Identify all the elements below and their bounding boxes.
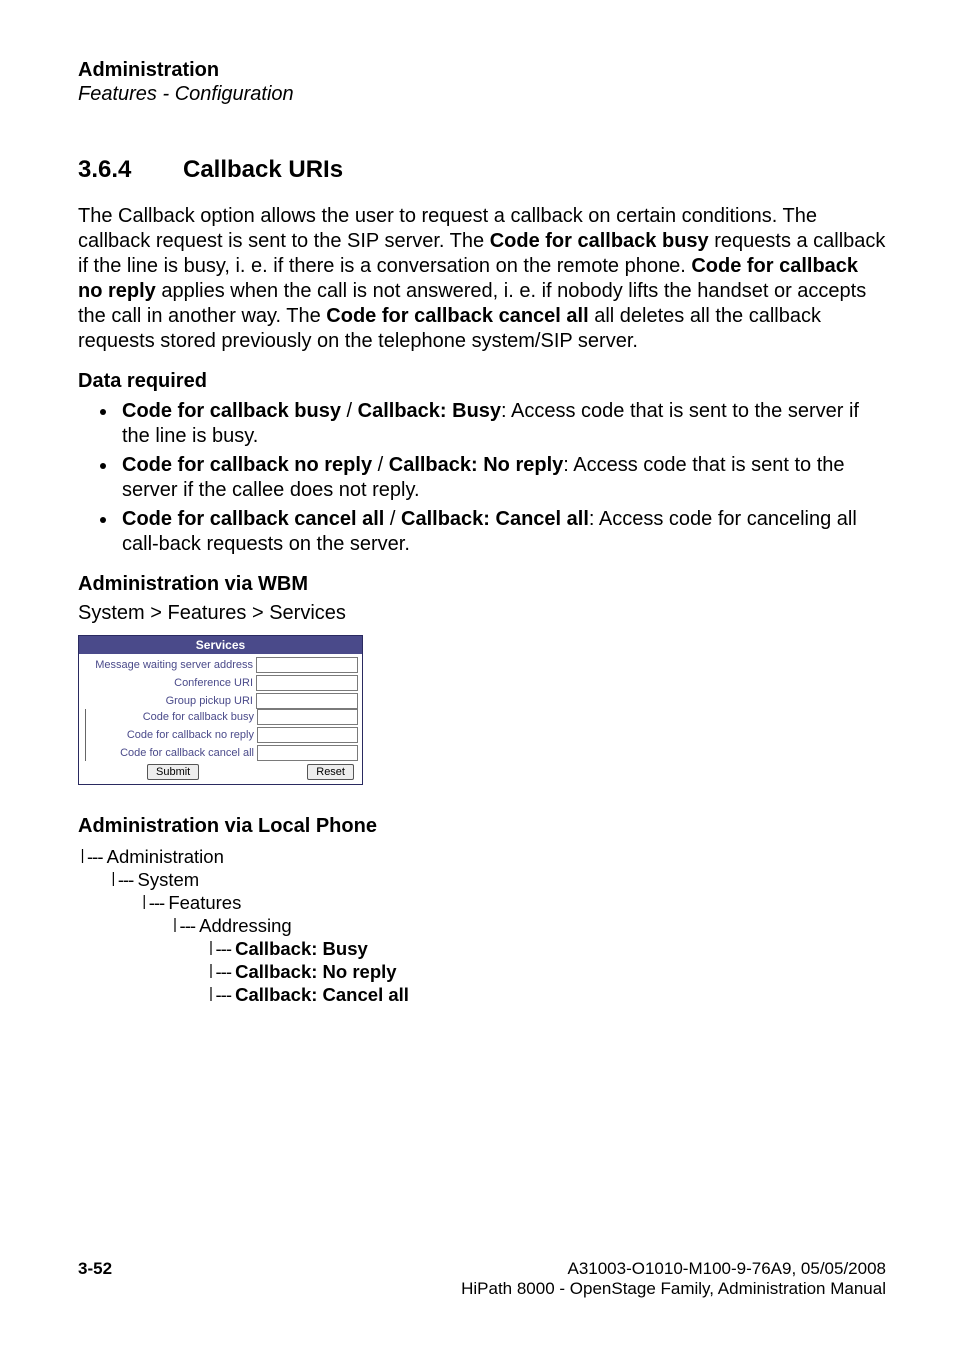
intro-paragraph: The Callback option allows the user to r… — [78, 204, 886, 354]
form-row: Message waiting server address — [83, 657, 358, 673]
header-title: Administration — [78, 58, 886, 82]
tree-item-callback-cancel: Callback: Cancel all — [235, 984, 409, 1005]
item-term2: Callback: No reply — [389, 454, 564, 476]
item-term: Code for callback cancel all — [122, 508, 384, 530]
callback-busy-input[interactable] — [257, 709, 358, 725]
item-term: Code for callback no reply — [122, 454, 372, 476]
document-page: Administration Features - Configuration … — [0, 0, 954, 1351]
callback-group: Code for callback busy Code for callback… — [85, 709, 358, 761]
term-callback-cancel: Code for callback cancel all — [326, 305, 588, 327]
field-label: Code for callback no reply — [86, 729, 257, 741]
item-term2: Callback: Cancel all — [401, 508, 589, 530]
services-panel-body: Message waiting server address Conferenc… — [79, 654, 362, 784]
item-term2: Callback: Busy — [358, 400, 501, 422]
reset-button[interactable]: Reset — [307, 764, 354, 780]
tree-row: |--- Administration — [78, 846, 886, 869]
data-required-heading: Data required — [78, 370, 886, 393]
tree-row: |--- Features — [78, 892, 886, 915]
field-label: Code for callback busy — [86, 711, 257, 723]
tree-item-addressing: Addressing — [199, 915, 292, 936]
field-label: Message waiting server address — [83, 659, 256, 671]
tree-row: |--- Callback: No reply — [78, 961, 886, 984]
wbm-nav-path: System > Features > Services — [78, 602, 886, 625]
msg-waiting-input[interactable] — [256, 657, 358, 673]
header-subtitle: Features - Configuration — [78, 82, 886, 106]
form-row: Code for callback cancel all — [86, 745, 358, 761]
list-item: Code for callback busy / Callback: Busy:… — [118, 399, 886, 449]
services-panel: Services Message waiting server address … — [78, 635, 363, 785]
submit-button[interactable]: Submit — [147, 764, 199, 780]
tree-item-callback-busy: Callback: Busy — [235, 938, 368, 959]
field-label: Group pickup URI — [83, 695, 256, 707]
page-footer: 3-52 A31003-O1010-M100-9-76A9, 05/05/200… — [78, 1259, 886, 1299]
tree-row: |--- Callback: Busy — [78, 938, 886, 961]
data-required-list: Code for callback busy / Callback: Busy:… — [78, 399, 886, 557]
footer-info: A31003-O1010-M100-9-76A9, 05/05/2008 HiP… — [461, 1259, 886, 1299]
item-sep: / — [341, 400, 358, 422]
local-phone-heading: Administration via Local Phone — [78, 815, 886, 838]
page-header: Administration Features - Configuration — [78, 58, 886, 106]
group-pickup-uri-input[interactable] — [256, 693, 358, 709]
item-sep: / — [384, 508, 401, 530]
tree-row: |--- Callback: Cancel all — [78, 984, 886, 1007]
tree-row: |--- System — [78, 869, 886, 892]
item-term: Code for callback busy — [122, 400, 341, 422]
tree-item-callback-noreply: Callback: No reply — [235, 961, 396, 982]
footer-manual-title: HiPath 8000 - OpenStage Family, Administ… — [461, 1279, 886, 1298]
form-row: Conference URI — [83, 675, 358, 691]
conference-uri-input[interactable] — [256, 675, 358, 691]
form-row: Group pickup URI — [83, 693, 358, 709]
section-heading: 3.6.4 Callback URIs — [78, 156, 886, 184]
section-title: Callback URIs — [183, 156, 343, 184]
section-number: 3.6.4 — [78, 156, 183, 184]
tree-item-system: System — [137, 869, 199, 890]
menu-tree: |--- Administration |--- System |--- Fea… — [78, 846, 886, 1007]
callback-cancel-input[interactable] — [257, 745, 358, 761]
tree-item-features: Features — [168, 892, 241, 913]
term-callback-busy: Code for callback busy — [490, 230, 709, 252]
list-item: Code for callback cancel all / Callback:… — [118, 507, 886, 557]
footer-docid: A31003-O1010-M100-9-76A9, 05/05/2008 — [567, 1259, 886, 1278]
list-item: Code for callback no reply / Callback: N… — [118, 453, 886, 503]
tree-item-administration: Administration — [107, 846, 224, 867]
field-label: Code for callback cancel all — [86, 747, 257, 759]
page-number: 3-52 — [78, 1259, 112, 1279]
callback-noreply-input[interactable] — [257, 727, 358, 743]
services-panel-title: Services — [79, 636, 362, 654]
wbm-heading: Administration via WBM — [78, 573, 886, 596]
field-label: Conference URI — [83, 677, 256, 689]
item-sep: / — [372, 454, 389, 476]
button-row: Submit Reset — [83, 761, 358, 780]
form-row: Code for callback busy — [86, 709, 358, 725]
form-row: Code for callback no reply — [86, 727, 358, 743]
tree-row: |--- Addressing — [78, 915, 886, 938]
